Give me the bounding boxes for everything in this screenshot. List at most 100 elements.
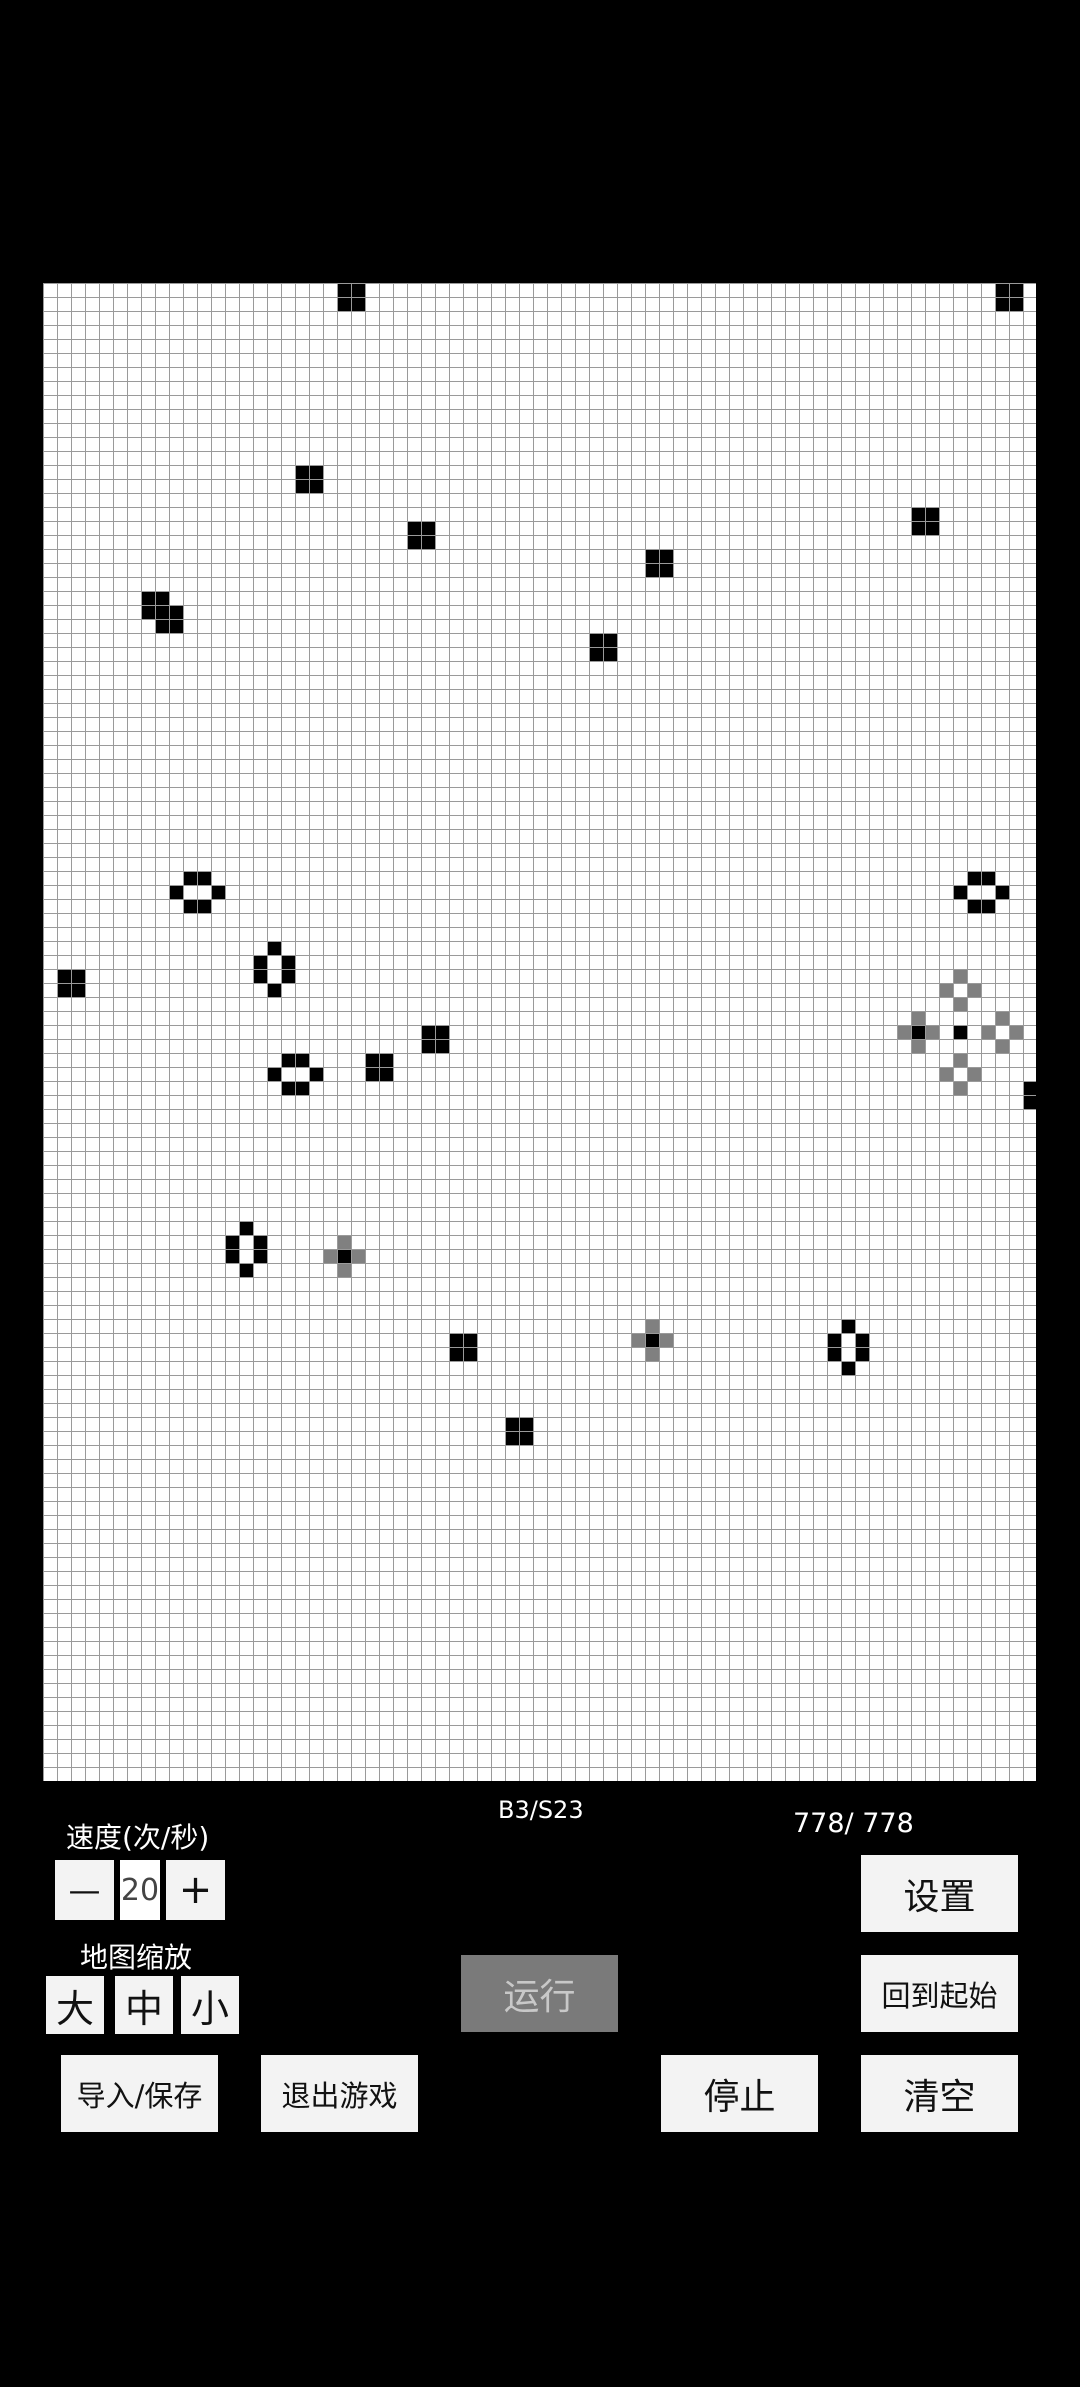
import-save-button[interactable]: 导入/保存 <box>61 2055 218 2132</box>
live-cell[interactable] <box>436 1040 449 1053</box>
live-cell[interactable] <box>912 508 925 521</box>
live-cell[interactable] <box>296 480 309 493</box>
live-cell[interactable] <box>464 1334 477 1347</box>
live-cell[interactable] <box>422 1026 435 1039</box>
speed-decrease-button[interactable]: — <box>55 1860 114 1920</box>
live-cell[interactable] <box>1010 298 1023 311</box>
live-cell[interactable] <box>296 466 309 479</box>
ghost-cell[interactable] <box>940 984 953 997</box>
game-board[interactable] <box>43 283 1036 1781</box>
live-cell[interactable] <box>310 466 323 479</box>
live-cell[interactable] <box>310 1068 323 1081</box>
live-cell[interactable] <box>450 1334 463 1347</box>
live-cell[interactable] <box>142 606 155 619</box>
live-cell[interactable] <box>982 872 995 885</box>
live-cell[interactable] <box>1024 1082 1036 1095</box>
ghost-cell[interactable] <box>646 1348 659 1361</box>
live-cell[interactable] <box>660 564 673 577</box>
live-cell[interactable] <box>254 970 267 983</box>
ghost-cell[interactable] <box>338 1236 351 1249</box>
live-cell[interactable] <box>170 606 183 619</box>
live-cell[interactable] <box>954 886 967 899</box>
live-cell[interactable] <box>352 284 365 297</box>
ghost-cell[interactable] <box>898 1026 911 1039</box>
live-cell[interactable] <box>156 592 169 605</box>
live-cell[interactable] <box>506 1418 519 1431</box>
live-cell[interactable] <box>408 522 421 535</box>
ghost-cell[interactable] <box>954 1054 967 1067</box>
zoom-small-button[interactable]: 小 <box>181 1976 239 2034</box>
live-cell[interactable] <box>926 508 939 521</box>
live-cell[interactable] <box>226 1236 239 1249</box>
ghost-cell[interactable] <box>646 1320 659 1333</box>
live-cell[interactable] <box>1010 284 1023 297</box>
live-cell[interactable] <box>926 522 939 535</box>
live-cell[interactable] <box>380 1054 393 1067</box>
live-cell[interactable] <box>646 1334 659 1347</box>
live-cell[interactable] <box>254 1250 267 1263</box>
live-cell[interactable] <box>310 480 323 493</box>
run-button[interactable]: 运行 <box>461 1955 618 2032</box>
ghost-cell[interactable] <box>926 1026 939 1039</box>
live-cell[interactable] <box>912 522 925 535</box>
live-cell[interactable] <box>184 872 197 885</box>
live-cell[interactable] <box>184 900 197 913</box>
live-cell[interactable] <box>254 1236 267 1249</box>
ghost-cell[interactable] <box>912 1012 925 1025</box>
live-cell[interactable] <box>646 564 659 577</box>
exit-game-button[interactable]: 退出游戏 <box>261 2055 418 2132</box>
live-cell[interactable] <box>646 550 659 563</box>
settings-button[interactable]: 设置 <box>861 1855 1018 1932</box>
live-cell[interactable] <box>520 1418 533 1431</box>
live-cell[interactable] <box>996 298 1009 311</box>
live-cell[interactable] <box>660 550 673 563</box>
live-cell[interactable] <box>338 298 351 311</box>
live-cell[interactable] <box>142 592 155 605</box>
ghost-cell[interactable] <box>954 998 967 1011</box>
live-cell[interactable] <box>254 956 267 969</box>
live-cell[interactable] <box>856 1348 869 1361</box>
live-cell[interactable] <box>422 1040 435 1053</box>
live-cell[interactable] <box>366 1068 379 1081</box>
ghost-cell[interactable] <box>982 1026 995 1039</box>
live-cell[interactable] <box>996 886 1009 899</box>
live-cell[interactable] <box>380 1068 393 1081</box>
live-cell[interactable] <box>352 298 365 311</box>
live-cell[interactable] <box>296 1054 309 1067</box>
ghost-cell[interactable] <box>632 1334 645 1347</box>
ghost-cell[interactable] <box>338 1264 351 1277</box>
live-cell[interactable] <box>226 1250 239 1263</box>
live-cell[interactable] <box>58 984 71 997</box>
live-cell[interactable] <box>282 1054 295 1067</box>
zoom-large-button[interactable]: 大 <box>46 1976 104 2034</box>
live-cell[interactable] <box>842 1362 855 1375</box>
live-cell[interactable] <box>422 536 435 549</box>
live-cell[interactable] <box>954 1026 967 1039</box>
live-cell[interactable] <box>198 900 211 913</box>
live-cell[interactable] <box>240 1264 253 1277</box>
return-to-start-button[interactable]: 回到起始 <box>861 1955 1018 2032</box>
live-cell[interactable] <box>282 970 295 983</box>
live-cell[interactable] <box>828 1348 841 1361</box>
ghost-cell[interactable] <box>912 1040 925 1053</box>
live-cell[interactable] <box>268 942 281 955</box>
live-cell[interactable] <box>604 634 617 647</box>
live-cell[interactable] <box>296 1082 309 1095</box>
live-cell[interactable] <box>590 648 603 661</box>
ghost-cell[interactable] <box>324 1250 337 1263</box>
live-cell[interactable] <box>604 648 617 661</box>
live-cell[interactable] <box>282 1082 295 1095</box>
ghost-cell[interactable] <box>352 1250 365 1263</box>
live-cell[interactable] <box>212 886 225 899</box>
live-cell[interactable] <box>520 1432 533 1445</box>
live-cell[interactable] <box>968 872 981 885</box>
ghost-cell[interactable] <box>1010 1026 1023 1039</box>
ghost-cell[interactable] <box>996 1040 1009 1053</box>
live-cell[interactable] <box>590 634 603 647</box>
live-cell[interactable] <box>170 620 183 633</box>
live-cell[interactable] <box>1024 1096 1036 1109</box>
stop-button[interactable]: 停止 <box>661 2055 818 2132</box>
live-cell[interactable] <box>72 984 85 997</box>
live-cell[interactable] <box>156 620 169 633</box>
ghost-cell[interactable] <box>996 1012 1009 1025</box>
